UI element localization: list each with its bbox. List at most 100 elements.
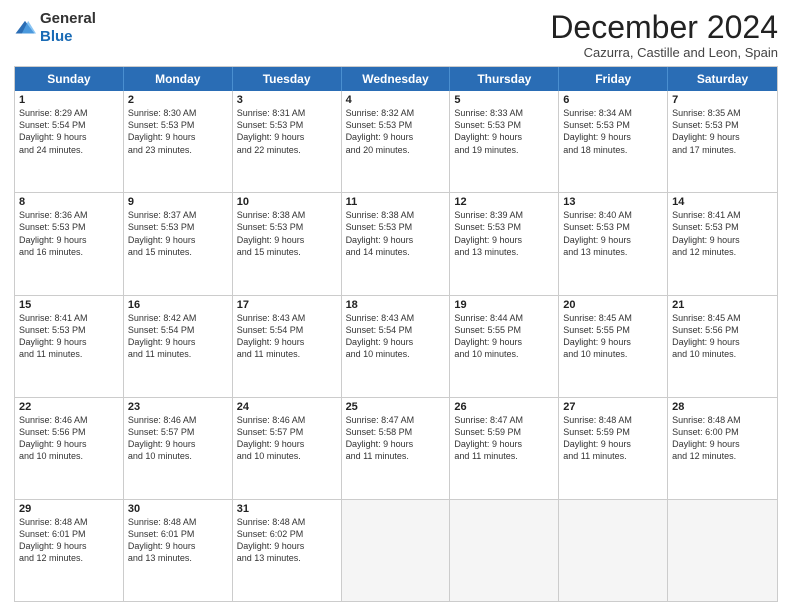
- cell-info-line: Daylight: 9 hours: [346, 336, 446, 348]
- day-cell-20: 20Sunrise: 8:45 AMSunset: 5:55 PMDayligh…: [559, 296, 668, 397]
- cell-info-line: and 11 minutes.: [237, 348, 337, 360]
- day-number: 27: [563, 401, 663, 413]
- day-number: 5: [454, 94, 554, 106]
- day-number: 3: [237, 94, 337, 106]
- day-cell-28: 28Sunrise: 8:48 AMSunset: 6:00 PMDayligh…: [668, 398, 777, 499]
- cell-info-line: and 12 minutes.: [672, 246, 773, 258]
- cell-info-line: Sunset: 5:53 PM: [672, 221, 773, 233]
- cell-info-line: Sunrise: 8:43 AM: [237, 312, 337, 324]
- cell-info-line: Sunset: 5:56 PM: [672, 324, 773, 336]
- cell-info-line: and 15 minutes.: [128, 246, 228, 258]
- cell-info-line: Sunrise: 8:47 AM: [346, 414, 446, 426]
- cell-info-line: Sunrise: 8:42 AM: [128, 312, 228, 324]
- cell-info-line: Daylight: 9 hours: [454, 336, 554, 348]
- day-number: 15: [19, 299, 119, 311]
- day-number: 19: [454, 299, 554, 311]
- cell-info-line: and 10 minutes.: [19, 450, 119, 462]
- day-cell-21: 21Sunrise: 8:45 AMSunset: 5:56 PMDayligh…: [668, 296, 777, 397]
- cell-info-line: Sunrise: 8:30 AM: [128, 107, 228, 119]
- day-number: 22: [19, 401, 119, 413]
- day-cell-15: 15Sunrise: 8:41 AMSunset: 5:53 PMDayligh…: [15, 296, 124, 397]
- cell-info-line: Daylight: 9 hours: [19, 540, 119, 552]
- cell-info-line: Daylight: 9 hours: [128, 336, 228, 348]
- day-number: 30: [128, 503, 228, 515]
- cell-info-line: and 10 minutes.: [563, 348, 663, 360]
- cell-info-line: Sunrise: 8:46 AM: [237, 414, 337, 426]
- location-subtitle: Cazurra, Castille and Leon, Spain: [550, 45, 778, 60]
- cell-info-line: Sunset: 6:01 PM: [19, 528, 119, 540]
- cell-info-line: Daylight: 9 hours: [19, 438, 119, 450]
- cell-info-line: Daylight: 9 hours: [19, 336, 119, 348]
- cell-info-line: and 10 minutes.: [128, 450, 228, 462]
- calendar-week-1: 1Sunrise: 8:29 AMSunset: 5:54 PMDaylight…: [15, 91, 777, 193]
- cell-info-line: Sunset: 6:00 PM: [672, 426, 773, 438]
- day-cell-25: 25Sunrise: 8:47 AMSunset: 5:58 PMDayligh…: [342, 398, 451, 499]
- day-number: 13: [563, 196, 663, 208]
- cell-info-line: and 12 minutes.: [672, 450, 773, 462]
- day-header-saturday: Saturday: [668, 67, 777, 91]
- cell-info-line: Sunset: 5:57 PM: [237, 426, 337, 438]
- day-number: 18: [346, 299, 446, 311]
- day-header-friday: Friday: [559, 67, 668, 91]
- calendar-header: SundayMondayTuesdayWednesdayThursdayFrid…: [15, 67, 777, 91]
- cell-info-line: Sunset: 5:59 PM: [563, 426, 663, 438]
- cell-info-line: Daylight: 9 hours: [237, 540, 337, 552]
- day-cell-17: 17Sunrise: 8:43 AMSunset: 5:54 PMDayligh…: [233, 296, 342, 397]
- cell-info-line: Sunrise: 8:48 AM: [19, 516, 119, 528]
- day-cell-26: 26Sunrise: 8:47 AMSunset: 5:59 PMDayligh…: [450, 398, 559, 499]
- day-cell-2: 2Sunrise: 8:30 AMSunset: 5:53 PMDaylight…: [124, 91, 233, 192]
- day-cell-31: 31Sunrise: 8:48 AMSunset: 6:02 PMDayligh…: [233, 500, 342, 601]
- cell-info-line: Sunrise: 8:45 AM: [563, 312, 663, 324]
- title-block: December 2024 Cazurra, Castille and Leon…: [550, 10, 778, 60]
- header: General Blue December 2024 Cazurra, Cast…: [14, 10, 778, 60]
- cell-info-line: Daylight: 9 hours: [563, 438, 663, 450]
- day-number: 10: [237, 196, 337, 208]
- cell-info-line: Daylight: 9 hours: [672, 234, 773, 246]
- cell-info-line: and 23 minutes.: [128, 144, 228, 156]
- day-number: 26: [454, 401, 554, 413]
- day-number: 29: [19, 503, 119, 515]
- cell-info-line: and 13 minutes.: [454, 246, 554, 258]
- day-cell-22: 22Sunrise: 8:46 AMSunset: 5:56 PMDayligh…: [15, 398, 124, 499]
- cell-info-line: Daylight: 9 hours: [563, 336, 663, 348]
- day-cell-7: 7Sunrise: 8:35 AMSunset: 5:53 PMDaylight…: [668, 91, 777, 192]
- cell-info-line: Sunrise: 8:31 AM: [237, 107, 337, 119]
- day-number: 23: [128, 401, 228, 413]
- day-header-thursday: Thursday: [450, 67, 559, 91]
- cell-info-line: Sunset: 5:55 PM: [454, 324, 554, 336]
- cell-info-line: Daylight: 9 hours: [237, 438, 337, 450]
- empty-cell: [342, 500, 451, 601]
- cell-info-line: Sunrise: 8:44 AM: [454, 312, 554, 324]
- cell-info-line: Daylight: 9 hours: [19, 131, 119, 143]
- day-header-wednesday: Wednesday: [342, 67, 451, 91]
- cell-info-line: and 24 minutes.: [19, 144, 119, 156]
- day-number: 20: [563, 299, 663, 311]
- day-number: 8: [19, 196, 119, 208]
- day-header-sunday: Sunday: [15, 67, 124, 91]
- cell-info-line: Sunset: 5:59 PM: [454, 426, 554, 438]
- cell-info-line: Sunrise: 8:29 AM: [19, 107, 119, 119]
- day-cell-19: 19Sunrise: 8:44 AMSunset: 5:55 PMDayligh…: [450, 296, 559, 397]
- cell-info-line: Daylight: 9 hours: [346, 234, 446, 246]
- cell-info-line: Daylight: 9 hours: [672, 336, 773, 348]
- cell-info-line: Sunset: 6:01 PM: [128, 528, 228, 540]
- empty-cell: [450, 500, 559, 601]
- cell-info-line: Sunrise: 8:38 AM: [346, 209, 446, 221]
- cell-info-line: Sunset: 5:53 PM: [128, 221, 228, 233]
- day-cell-13: 13Sunrise: 8:40 AMSunset: 5:53 PMDayligh…: [559, 193, 668, 294]
- day-cell-9: 9Sunrise: 8:37 AMSunset: 5:53 PMDaylight…: [124, 193, 233, 294]
- cell-info-line: and 22 minutes.: [237, 144, 337, 156]
- day-number: 7: [672, 94, 773, 106]
- day-cell-23: 23Sunrise: 8:46 AMSunset: 5:57 PMDayligh…: [124, 398, 233, 499]
- calendar-week-3: 15Sunrise: 8:41 AMSunset: 5:53 PMDayligh…: [15, 296, 777, 398]
- cell-info-line: Sunset: 5:53 PM: [672, 119, 773, 131]
- calendar-body: 1Sunrise: 8:29 AMSunset: 5:54 PMDaylight…: [15, 91, 777, 601]
- cell-info-line: Sunrise: 8:45 AM: [672, 312, 773, 324]
- day-number: 28: [672, 401, 773, 413]
- day-number: 12: [454, 196, 554, 208]
- cell-info-line: Sunrise: 8:41 AM: [19, 312, 119, 324]
- cell-info-line: Sunrise: 8:41 AM: [672, 209, 773, 221]
- cell-info-line: and 10 minutes.: [672, 348, 773, 360]
- cell-info-line: Sunrise: 8:39 AM: [454, 209, 554, 221]
- day-cell-3: 3Sunrise: 8:31 AMSunset: 5:53 PMDaylight…: [233, 91, 342, 192]
